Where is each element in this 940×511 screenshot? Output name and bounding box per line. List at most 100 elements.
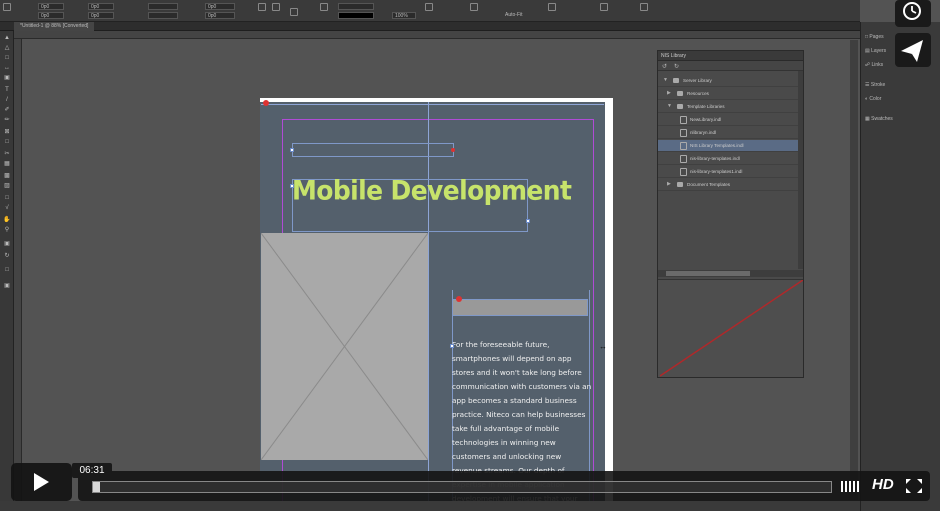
frame-handle[interactable]	[290, 184, 294, 188]
progress-track[interactable]	[92, 481, 832, 493]
pencil-tool-icon[interactable]: ✏	[3, 117, 11, 124]
scale-x-field[interactable]	[148, 3, 178, 10]
page-heading[interactable]: Mobile Development	[292, 175, 572, 206]
horizontal-ruler[interactable]	[14, 31, 860, 39]
library-panel-header[interactable]: NIS Library	[658, 51, 803, 61]
refresh-icon[interactable]: ↺	[662, 63, 667, 70]
play-button[interactable]	[11, 463, 72, 501]
zoom-tool-icon[interactable]: ⚲	[3, 227, 11, 234]
y-field[interactable]: 0p0	[38, 12, 64, 19]
list-item-selected[interactable]: NIS Library Templates.indl	[658, 140, 798, 152]
stroke-swatch-icon[interactable]	[320, 3, 328, 11]
fill-swatch-icon[interactable]	[290, 8, 298, 16]
expand-arrow-icon[interactable]: ▼	[663, 77, 668, 83]
width-value: 0p0	[91, 4, 100, 10]
pasteboard-scrollbar[interactable]	[850, 40, 858, 500]
horizontal-scrollbar[interactable]	[658, 270, 803, 277]
rectangle-tool-icon[interactable]: □	[3, 139, 11, 146]
list-item-label: nlibraryn.indl	[690, 130, 717, 135]
expand-arrow-icon[interactable]: ▶	[667, 90, 671, 96]
list-item[interactable]: nis-library-templates1.indl	[658, 166, 798, 178]
selection-tool-icon[interactable]: ▲	[3, 35, 11, 42]
fx-icon[interactable]	[425, 3, 433, 11]
flip-vertical-icon[interactable]	[272, 3, 280, 11]
rotate-field[interactable]: 0p0	[205, 3, 235, 10]
layers-panel-tab[interactable]: ▤ Layers	[865, 48, 886, 54]
scrollbar-thumb[interactable]	[666, 271, 750, 276]
indesign-window: 0p0 0p0 0p0 0p0 0p0 0p0 100% Auto-Fit *U…	[0, 0, 940, 511]
frame-link-icon	[263, 100, 269, 106]
hand-tool-icon[interactable]: ✋	[3, 217, 11, 224]
fullscreen-icon[interactable]	[906, 479, 922, 493]
opacity-field[interactable]: 100%	[392, 12, 416, 19]
placeholder-cross-icon	[261, 233, 428, 460]
caption-frame[interactable]	[452, 299, 588, 316]
list-item[interactable]: ▼ Server Library	[658, 75, 798, 87]
list-item[interactable]: nlibraryn.indl	[658, 127, 798, 139]
dock-item-label: Stroke	[870, 82, 886, 88]
links-panel-tab[interactable]: ☍ Links	[865, 62, 883, 68]
volume-bars-icon[interactable]	[841, 480, 865, 493]
type-tool-icon[interactable]: T	[3, 87, 11, 94]
frame-overset-handle[interactable]	[451, 148, 455, 152]
list-item-label: Document Templates	[687, 182, 731, 187]
watch-later-button[interactable]	[895, 0, 931, 27]
expand-arrow-icon[interactable]: ▶	[667, 181, 671, 187]
free-transform-tool-icon[interactable]: ▦	[3, 161, 11, 168]
x-field[interactable]: 0p0	[38, 3, 64, 10]
frame-link-icon	[456, 296, 462, 302]
fill-stroke-swap-icon[interactable]: ↻	[3, 253, 11, 260]
document-tab[interactable]: *Untitled-1 @ 88% [Converted]	[14, 22, 95, 31]
image-placeholder-frame[interactable]	[261, 233, 428, 460]
pages-panel-tab[interactable]: □ Pages	[865, 34, 884, 40]
width-field[interactable]: 0p0	[88, 3, 114, 10]
list-item[interactable]: NewLibrary.indl	[658, 114, 798, 126]
vertical-scrollbar[interactable]	[798, 71, 803, 269]
header-text-frame[interactable]	[292, 143, 454, 157]
frame-handle[interactable]	[290, 148, 294, 152]
color-panel-tab[interactable]: ◐ Color	[865, 96, 881, 102]
list-item[interactable]: ▼ Template Libraries	[658, 101, 798, 113]
sync-icon[interactable]: ↻	[674, 63, 679, 70]
direct-selection-tool-icon[interactable]: △	[3, 45, 11, 52]
content-collector-icon[interactable]: ▣	[3, 75, 11, 82]
apply-none-icon[interactable]: □	[3, 267, 11, 274]
gap-tool-icon[interactable]: ↔	[3, 65, 11, 72]
screen-mode-icon[interactable]: ▣	[3, 283, 11, 290]
align-left-icon[interactable]	[548, 3, 556, 11]
list-item[interactable]: ▶ Resources	[658, 88, 798, 100]
gradient-feather-tool-icon[interactable]: ▨	[3, 183, 11, 190]
autofit-label[interactable]: Auto-Fit	[505, 12, 523, 18]
gradient-tool-icon[interactable]: ▩	[3, 173, 11, 180]
hd-toggle[interactable]: HD	[872, 476, 894, 493]
eyedropper-tool-icon[interactable]: √	[3, 205, 11, 212]
vertical-ruler[interactable]	[14, 39, 22, 509]
column-guide	[428, 102, 429, 511]
stroke-type-field[interactable]	[338, 12, 374, 19]
shear-field[interactable]: 0p0	[205, 12, 235, 19]
height-field[interactable]: 0p0	[88, 12, 114, 19]
pen-tool-icon[interactable]: ✐	[3, 107, 11, 114]
expand-arrow-icon[interactable]: ▼	[667, 103, 672, 109]
reference-point-icon[interactable]	[3, 3, 11, 11]
align-right-icon[interactable]	[640, 3, 648, 11]
fitting-icon[interactable]	[470, 3, 478, 11]
flip-horizontal-icon[interactable]	[258, 3, 266, 11]
frame-handle[interactable]	[450, 344, 454, 348]
default-colors-icon[interactable]: ▣	[3, 241, 11, 248]
frame-handle[interactable]	[526, 219, 530, 223]
list-item[interactable]: nis-library-templates.indl	[658, 153, 798, 165]
swatches-panel-tab[interactable]: ▦ Swatches	[865, 116, 893, 122]
scissors-tool-icon[interactable]: ✂	[3, 151, 11, 158]
scale-y-field[interactable]	[148, 12, 178, 19]
stroke-panel-tab[interactable]: ☰ Stroke	[865, 82, 885, 88]
folder-icon	[677, 104, 683, 109]
note-tool-icon[interactable]: □	[3, 195, 11, 202]
line-tool-icon[interactable]: /	[3, 97, 11, 104]
page-tool-icon[interactable]: □	[3, 55, 11, 62]
rectangle-frame-tool-icon[interactable]: ⊠	[3, 129, 11, 136]
share-button[interactable]	[895, 33, 931, 67]
align-center-icon[interactable]	[600, 3, 608, 11]
list-item[interactable]: ▶ Document Templates	[658, 179, 798, 191]
stroke-weight-field[interactable]	[338, 3, 374, 10]
